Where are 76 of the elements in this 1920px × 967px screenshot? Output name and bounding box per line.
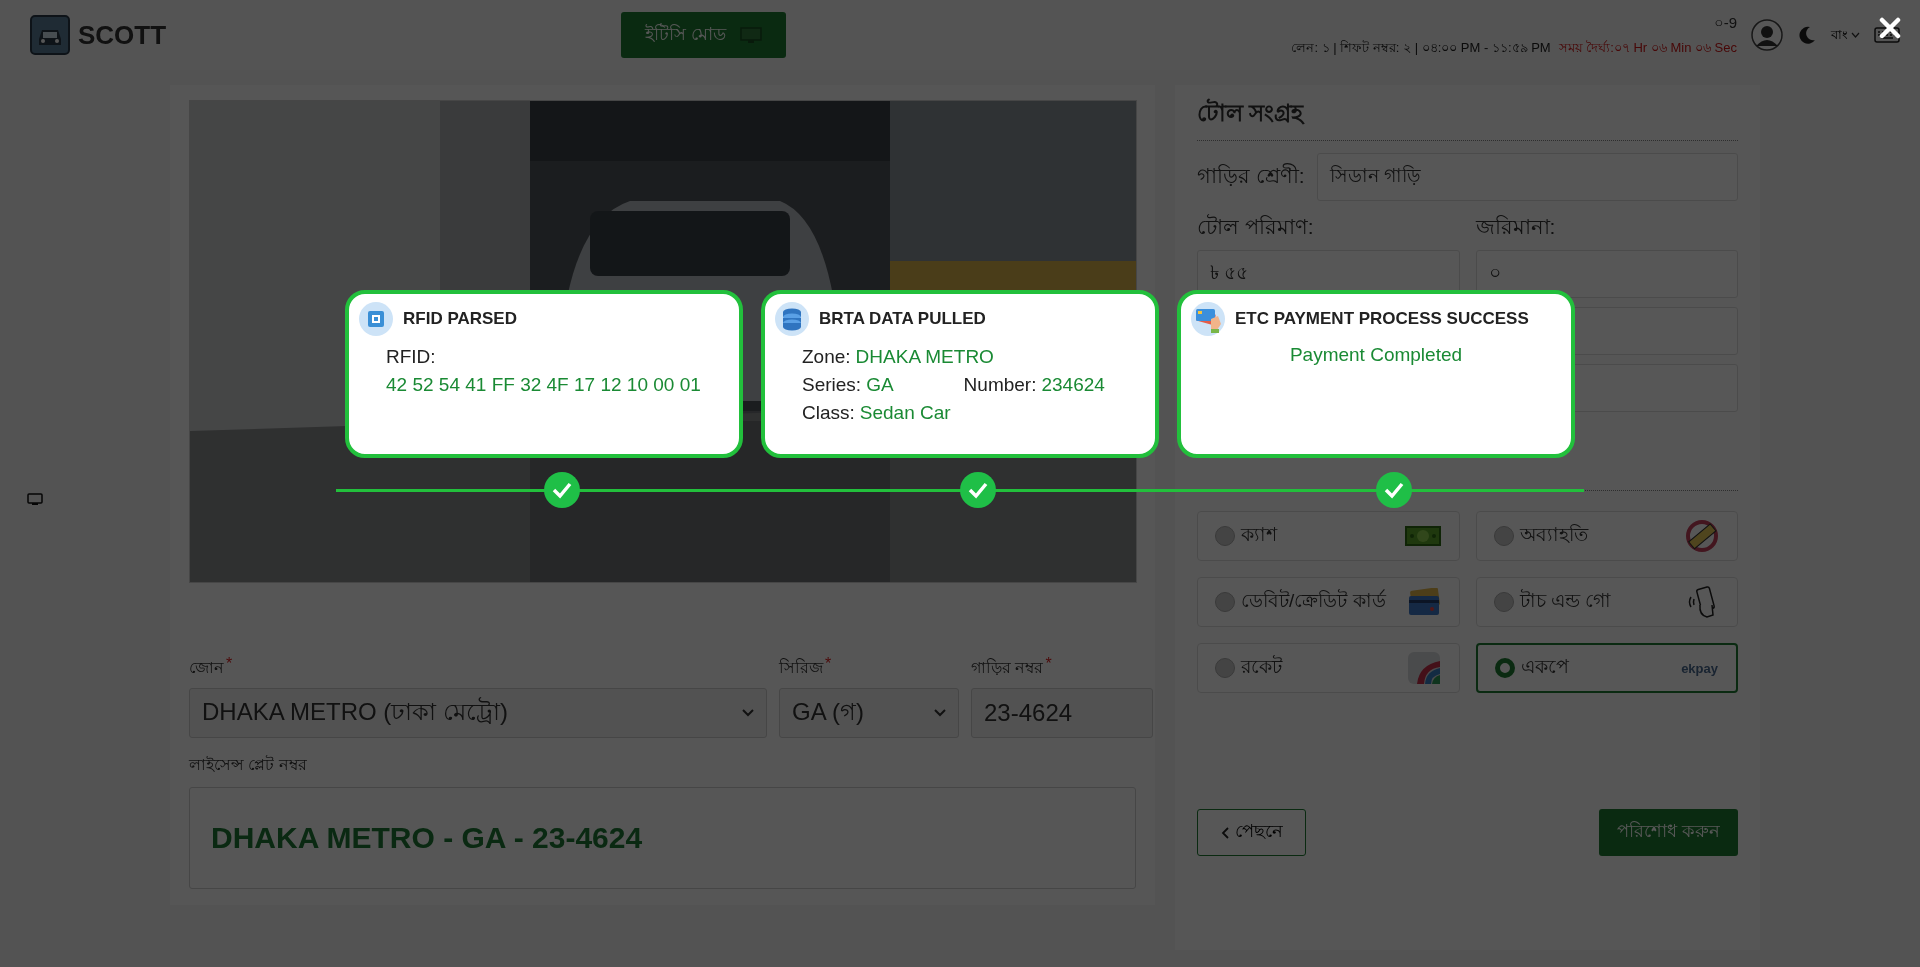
duration-text: সময় দৈর্ঘ্য:০৭ Hr ০৬ Min ০৬ Sec [1558,39,1737,57]
payment-option[interactable]: টাচ এন্ড গো [1475,577,1738,627]
field-label: জরিমানা: [1475,214,1557,240]
pay-button[interactable]: পরিশোধ করুন [1599,809,1738,856]
radio-button[interactable] [1493,526,1514,546]
brand-logo: ekpay [1681,660,1718,676]
field-value: Payment Completed [1289,344,1463,366]
payment-option[interactable]: ক্যাশ [1197,511,1460,561]
input-field[interactable]: সিডান গাড়ি [1316,153,1738,201]
option-label: রকেট [1241,654,1282,679]
field-label: গাড়ির শ্রেণী: [1197,162,1305,189]
card-title: RFID PARSED [403,309,517,329]
language-selector[interactable]: বাং [1831,24,1860,46]
option-label: টাচ এন্ড গো [1519,588,1612,613]
section-title: টোল সংগ্রহ [1197,97,1306,128]
field-label: Series: [802,374,862,396]
field-value: Sedan Car [859,402,951,424]
card-title: BRTA DATA PULLED [819,309,986,329]
car-icon [30,15,70,55]
chevron-down-icon [934,709,946,717]
radio-button[interactable] [1215,526,1235,546]
field-label: Class: [802,402,855,424]
plate-display: DHAKA METRO - GA - 23-4624 [189,787,1136,889]
brand-name: SCOTT [78,19,167,51]
input-field[interactable]: 23-4624 [971,688,1153,738]
counter-text: ০-9 [1713,13,1737,33]
close-icon [1879,17,1901,39]
database-icon [775,302,809,336]
field-value: 234624 [1041,374,1105,396]
chevron-down-icon [742,709,754,717]
monitor-icon [27,493,43,506]
payment-option[interactable]: অব্যাহতি [1475,511,1738,561]
radio-button[interactable] [1493,592,1514,612]
option-label: একপে [1520,655,1569,679]
back-button[interactable]: পেছনে [1197,809,1306,856]
payment-option[interactable]: একপে ekpay [1475,643,1738,693]
input-field[interactable]: ০ [1475,250,1738,298]
shift-info: লেন: ১ | শিফট নম্বর: ২ | ০৪:০০ PM - ১১:৫৯ PM [1291,39,1551,57]
field-label: সিরিজ [779,657,823,678]
option-label: অব্যাহতি [1519,523,1588,547]
chip-icon [359,302,393,336]
cash-icon [1404,525,1441,547]
required-mark: * [825,655,832,674]
mode-button[interactable]: ইটিসি মোড [621,12,786,58]
payment-option[interactable]: ডেবিট/ক্রেডিট কার্ড [1197,577,1460,627]
card-in-hand-icon [1191,302,1225,336]
field-label: Number: [963,374,1037,396]
required-mark: * [226,655,233,674]
payment-option[interactable]: রকেট [1197,643,1460,693]
radio-button[interactable] [1215,658,1235,678]
option-label: ডেবিট/ক্রেডিট কার্ড [1241,588,1386,613]
radio-button[interactable] [1494,658,1515,678]
field-label: লাইসেন্স প্লেট নম্বর [189,754,307,775]
card-title: ETC PAYMENT PROCESS SUCCESS [1235,309,1529,329]
dropdown[interactable]: DHAKA METRO (ঢাকা মেট্রো) [189,688,767,738]
field-value: DHAKA METRO [855,346,994,368]
field-label: জোন [189,658,224,678]
keyboard-icon [1874,27,1900,43]
field-value: GA [866,374,894,396]
option-label: ক্যাশ [1241,523,1277,547]
required-mark: * [1045,655,1052,674]
field-label: টোল পরিমাণ: [1197,213,1315,240]
credit-card-icon [1406,588,1441,616]
moon-icon [1797,25,1817,45]
chevron-left-icon [1220,826,1229,839]
wallet-app-icon [1406,651,1441,685]
dropdown[interactable]: GA (গ) [779,688,959,738]
field-label: গাড়ির নম্বর [971,657,1044,678]
field-label: RFID: [386,346,436,368]
field-value: 42 52 54 41 FF 32 4F 17 12 10 00 01 [386,374,701,396]
close-button[interactable] [1879,17,1901,39]
field-label: Zone: [802,346,851,368]
avatar-icon [1751,19,1783,51]
radio-button[interactable] [1215,592,1235,612]
caret-icon [1851,32,1860,38]
no-entry-sticker-icon [1685,519,1719,553]
